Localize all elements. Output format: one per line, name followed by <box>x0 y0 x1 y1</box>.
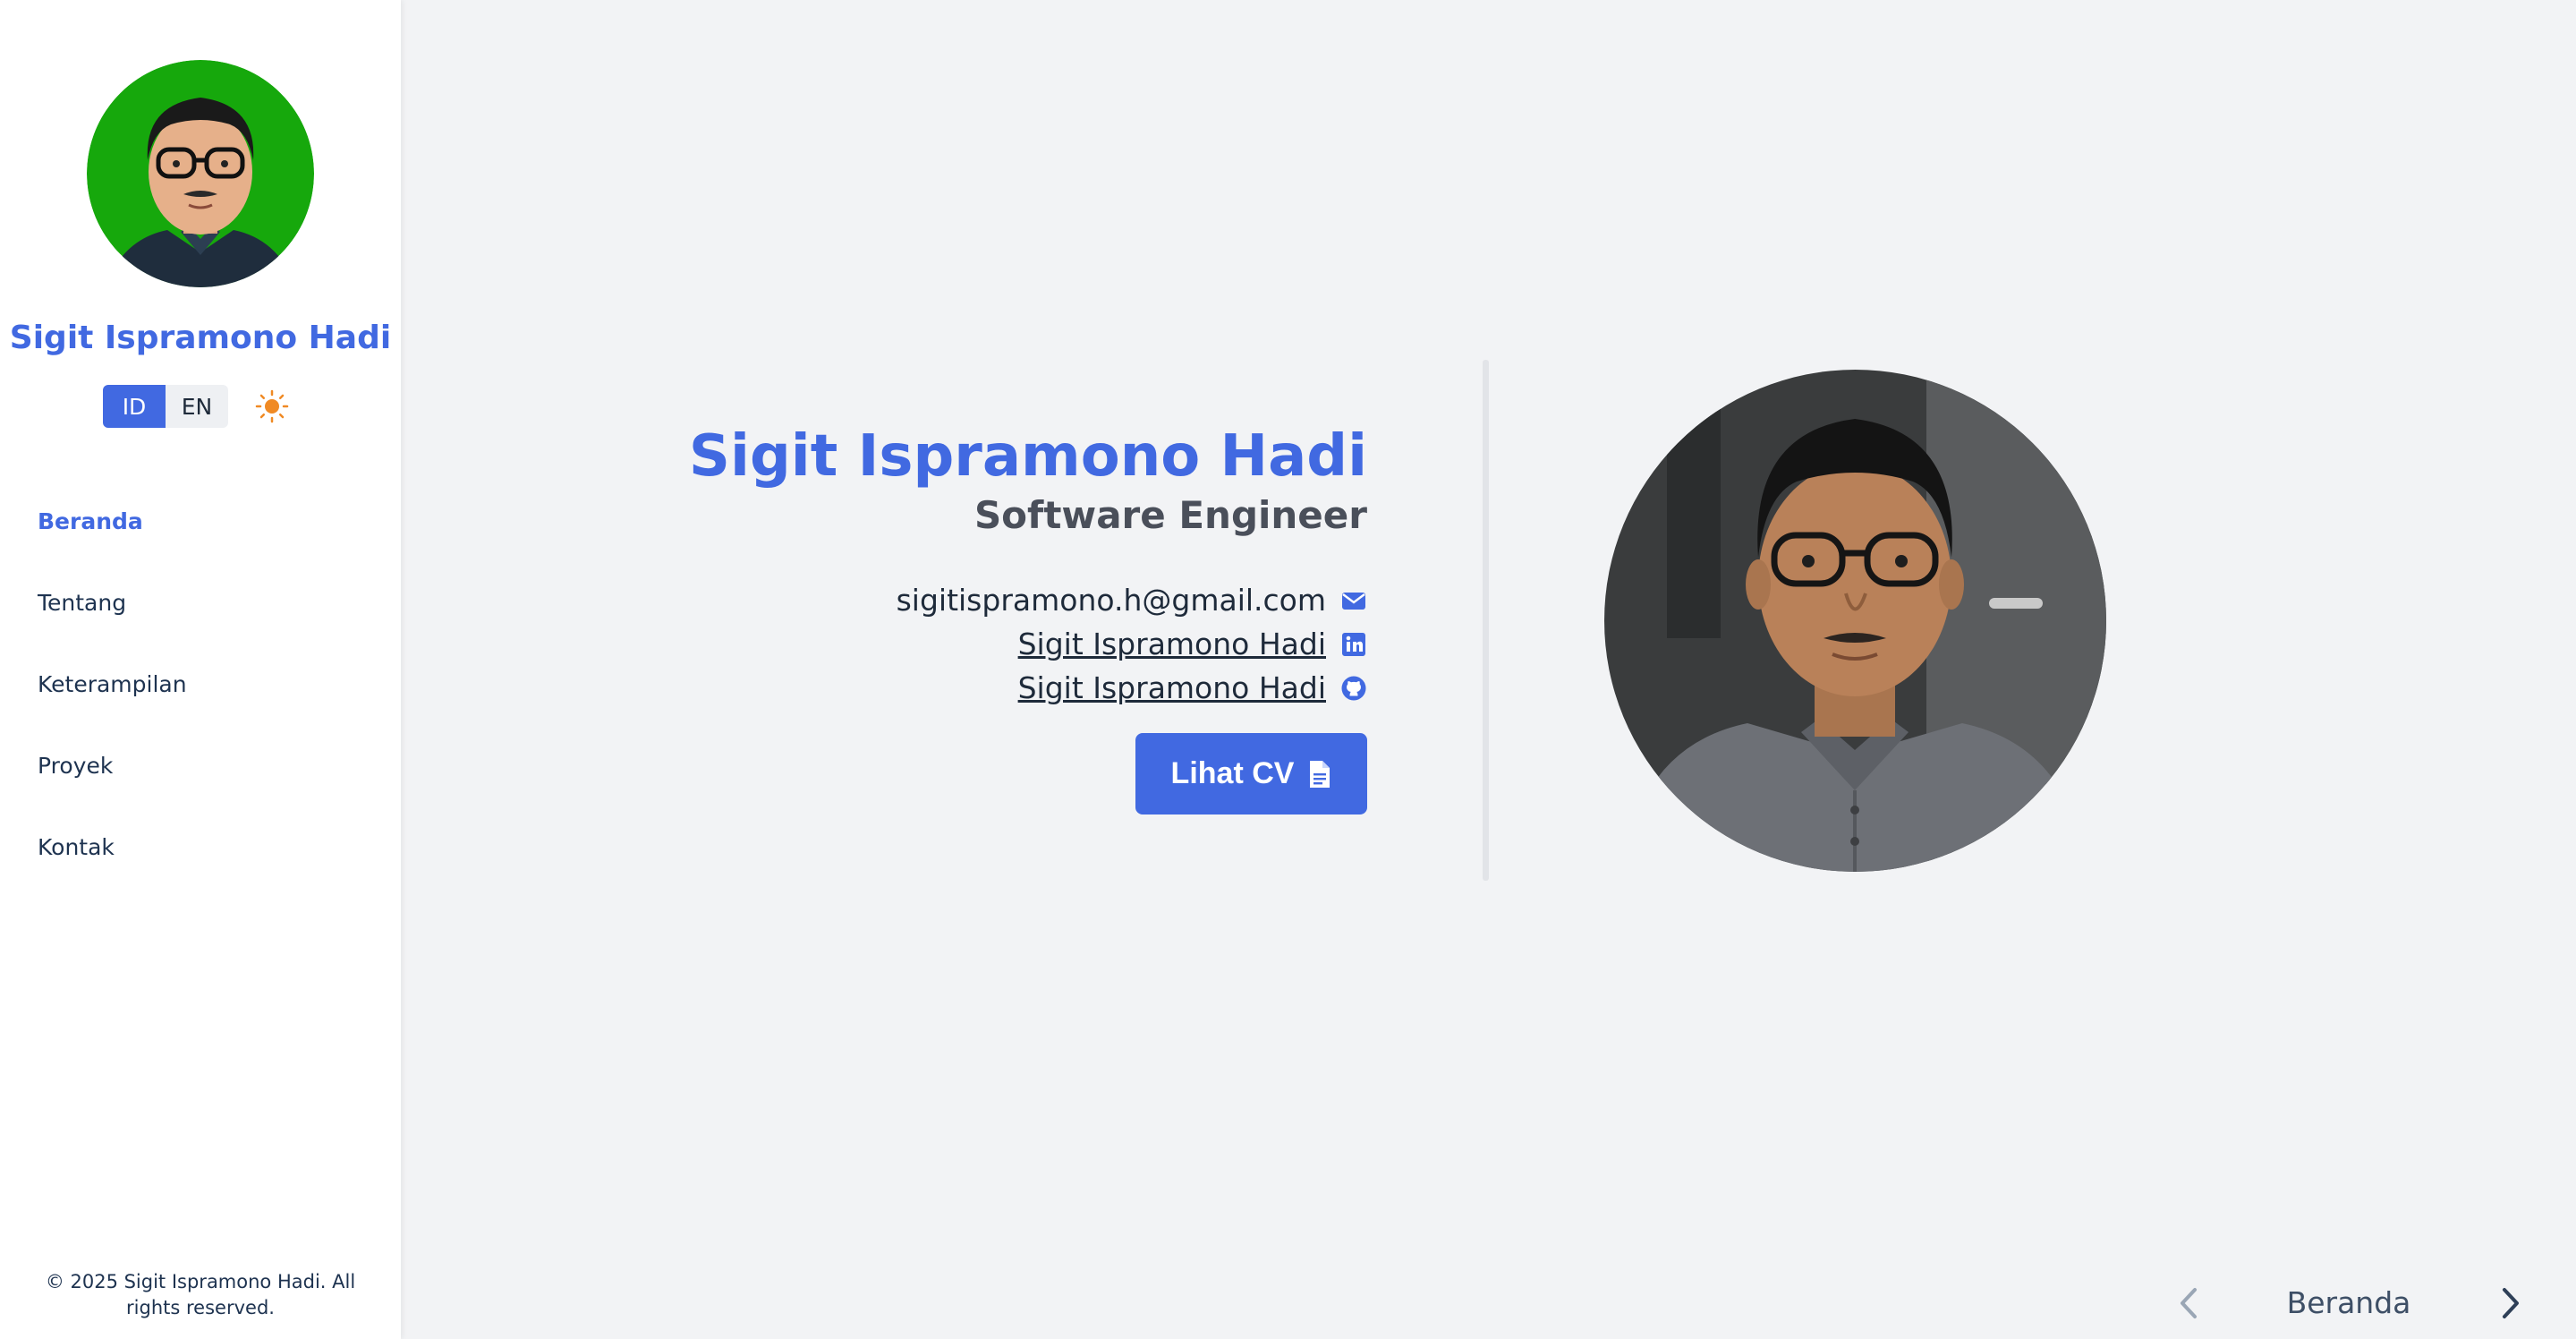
profile-photo <box>1604 370 2106 872</box>
lang-en-button[interactable]: EN <box>166 385 228 428</box>
avatar <box>87 60 314 287</box>
contact-email: sigitispramono.h@gmail.com <box>896 583 1326 618</box>
github-link[interactable]: Sigit Ispramono Hadi <box>1018 670 1326 705</box>
vertical-divider <box>1483 360 1489 881</box>
sidebar-item-beranda[interactable]: Beranda <box>38 501 187 583</box>
mail-icon <box>1342 592 1365 610</box>
hero-role: Software Engineer <box>973 493 1367 537</box>
sidebar-nav: Beranda Tentang Keterampilan Proyek Kont… <box>38 501 187 908</box>
chevron-left-icon <box>2181 1288 2197 1318</box>
sun-icon <box>255 389 289 423</box>
sidebar-item-kontak[interactable]: Kontak <box>38 827 187 908</box>
view-cv-button[interactable]: Lihat CV <box>1135 733 1367 814</box>
hero-name: Sigit Ispramono Hadi <box>688 423 1367 490</box>
hero-text: Sigit Ispramono Hadi Software Engineer s… <box>626 421 1367 814</box>
sidebar: Sigit Ispramono Hadi ID EN Beranda Tenta… <box>0 0 401 1339</box>
pager-prev-button[interactable] <box>2171 1284 2206 1323</box>
profile-photo-image <box>1604 370 2106 872</box>
sidebar-name: Sigit Ispramono Hadi <box>9 320 392 356</box>
sidebar-item-keterampilan[interactable]: Keterampilan <box>38 664 187 746</box>
theme-toggle-button[interactable] <box>251 385 293 428</box>
sidebar-footer: © 2025 Sigit Ispramono Hadi. All rights … <box>45 1271 356 1318</box>
linkedin-link[interactable]: Sigit Ispramono Hadi <box>1018 627 1326 661</box>
github-icon[interactable] <box>1340 675 1367 702</box>
contact-linkedin-row: Sigit Ispramono Hadi <box>626 622 1367 666</box>
avatar-illustration <box>87 60 314 287</box>
view-cv-label: Lihat CV <box>1170 756 1295 790</box>
linkedin-icon[interactable] <box>1340 631 1367 658</box>
contact-github-row: Sigit Ispramono Hadi <box>626 666 1367 710</box>
sidebar-item-proyek[interactable]: Proyek <box>38 746 187 827</box>
document-icon <box>1310 760 1331 788</box>
pager-next-button[interactable] <box>2493 1284 2529 1323</box>
lang-id-button[interactable]: ID <box>103 385 166 428</box>
contact-email-row: sigitispramono.h@gmail.com <box>626 578 1367 622</box>
chevron-right-icon <box>2503 1288 2519 1318</box>
sidebar-item-tentang[interactable]: Tentang <box>38 583 187 664</box>
language-toggle: ID EN <box>103 385 228 428</box>
contact-list: sigitispramono.h@gmail.com Sigit Ispramo… <box>626 578 1367 710</box>
pager-current-section: Beranda <box>2286 1285 2411 1320</box>
